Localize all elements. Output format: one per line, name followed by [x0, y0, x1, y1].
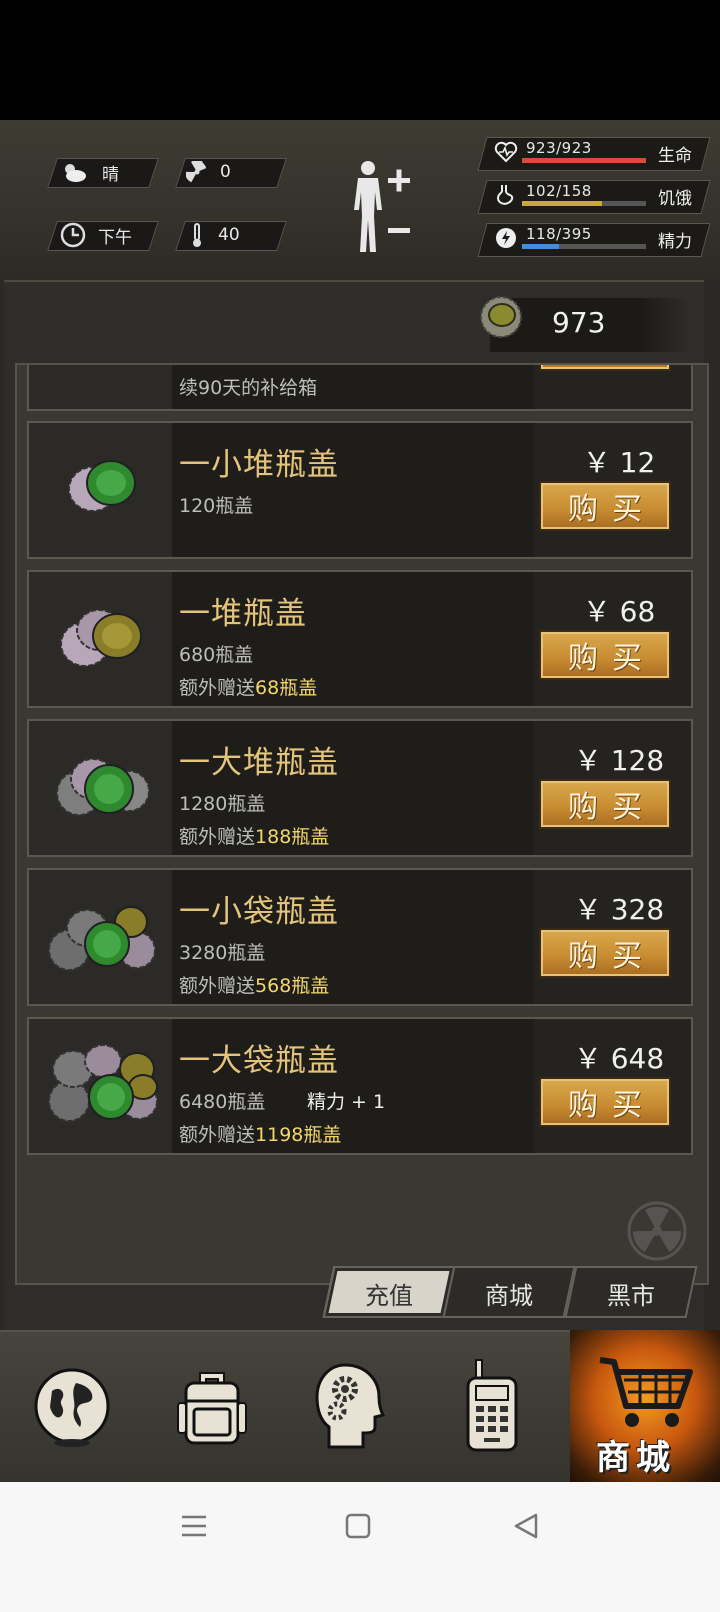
home-icon[interactable] [344, 1512, 372, 1544]
time-label: 下午 [98, 227, 132, 248]
energy-stat: 118/395 精力 [477, 223, 711, 257]
item-title: 一小堆瓶盖 [179, 447, 339, 483]
item-price: ￥ 328 [573, 893, 665, 926]
weather-label: 晴 [102, 164, 119, 185]
list-item: 一大堆瓶盖 1280瓶盖 额外赠送188瓶盖 ￥ 128 购买 [27, 719, 693, 857]
item-amount: 680瓶盖 [179, 644, 254, 666]
menu-icon[interactable] [180, 1512, 208, 1544]
nav-skills-button[interactable] [290, 1332, 410, 1484]
list-item: 一堆瓶盖 680瓶盖 额外赠送68瓶盖 ￥ 68 购买 [27, 570, 693, 708]
item-amount: 6480瓶盖 [179, 1091, 266, 1113]
time-status: 下午 [60, 221, 132, 249]
nav-shop-label: 商城 [596, 1438, 676, 1478]
nav-backpack-button[interactable] [152, 1332, 272, 1484]
back-icon[interactable] [512, 1512, 540, 1544]
item-amount: 120瓶盖 [179, 495, 254, 517]
buy-button[interactable]: 购买 [539, 481, 671, 531]
energy-label: 精力 [658, 232, 692, 252]
item-title: 一堆瓶盖 [179, 596, 307, 632]
health-bar [522, 158, 646, 163]
health-stat: 923/923 生命 [477, 137, 711, 171]
shop-cart-icon [596, 1352, 696, 1436]
temperature-status: 40 [190, 221, 240, 249]
list-item: 一大袋瓶盖 6480瓶盖 精力 + 1 额外赠送1198瓶盖 ￥ 648 购买 [27, 1017, 693, 1155]
buy-button[interactable]: 购买 [539, 779, 671, 829]
item-amount: 1280瓶盖 [179, 793, 266, 815]
radiation-watermark-icon [627, 1201, 687, 1265]
list-item: 续90天的补给箱 [27, 365, 693, 411]
health-value: 923/923 [526, 139, 592, 157]
bottle-cap-pile-icon [55, 749, 151, 833]
lightning-icon [494, 226, 518, 254]
tab-store-label: 商城 [485, 1282, 533, 1310]
globe-icon [32, 1363, 112, 1453]
cloud-sun-icon [60, 161, 88, 183]
bottle-cap-pile-icon [59, 600, 149, 682]
head-gears-icon [315, 1361, 386, 1455]
buy-button[interactable] [539, 365, 671, 371]
health-label: 生命 [658, 146, 692, 166]
list-item: 一小袋瓶盖 3280瓶盖 额外赠送568瓶盖 ￥ 328 购买 [27, 868, 693, 1006]
nav-radio-button[interactable] [432, 1332, 552, 1484]
energy-bar [522, 244, 560, 249]
bottle-cap-pile-icon [65, 453, 145, 527]
radiation-status: 0 [186, 158, 231, 186]
radiation-icon [186, 161, 208, 183]
weather-status: 晴 [60, 158, 119, 186]
clock-icon [60, 222, 86, 248]
buy-button[interactable]: 购买 [539, 928, 671, 978]
radiation-value: 0 [220, 162, 231, 182]
item-price: ￥ 68 [582, 595, 656, 628]
item-price: ￥ 12 [582, 446, 656, 479]
energy-value: 118/395 [526, 225, 592, 243]
buy-button[interactable]: 购买 [539, 630, 671, 680]
item-title: 一大袋瓶盖 [179, 1043, 339, 1079]
stomach-icon [494, 183, 518, 211]
hunger-bar [522, 201, 602, 206]
hunger-value: 102/158 [526, 182, 592, 200]
item-bonus: 额外赠送1198瓶盖 [179, 1124, 342, 1146]
list-item: 一小堆瓶盖 120瓶盖 ￥ 12 购买 [27, 421, 693, 559]
item-price: ￥ 648 [573, 1042, 665, 1075]
radio-icon [462, 1358, 522, 1458]
buy-button[interactable]: 购买 [539, 1077, 671, 1127]
shop-tabs: 充值 商城 黑市 [320, 1266, 710, 1322]
bottle-cap-large-bag-icon [47, 1039, 163, 1139]
item-extra-bonus: 精力 + 1 [307, 1091, 386, 1113]
shop-item-list[interactable]: 续90天的补给箱 一小堆瓶盖 120瓶盖 ￥ 12 购买 一堆瓶盖 680瓶盖 … [15, 363, 709, 1285]
nav-map-button[interactable] [12, 1332, 132, 1484]
bottle-cap-bag-icon [47, 900, 159, 984]
currency-value: 973 [552, 306, 606, 339]
heart-pulse-icon [494, 140, 518, 168]
item-amount: 3280瓶盖 [179, 942, 266, 964]
backpack-icon [174, 1363, 250, 1453]
item-price: ￥ 128 [573, 744, 665, 777]
item-bonus: 额外赠送68瓶盖 [179, 677, 318, 699]
bottle-cap-icon [478, 294, 524, 344]
tab-recharge-label: 充值 [365, 1282, 413, 1310]
character-body-button[interactable] [348, 158, 418, 262]
item-title-fragment: 续90天的补给箱 [179, 377, 318, 399]
hunger-label: 饥饿 [658, 189, 692, 209]
item-title: 一大堆瓶盖 [179, 745, 339, 781]
hunger-stat: 102/158 饥饿 [477, 180, 711, 214]
tab-black-market-label: 黑市 [607, 1282, 655, 1310]
system-nav-bar [0, 1482, 720, 1612]
item-title: 一小袋瓶盖 [179, 894, 339, 930]
item-bonus: 额外赠送188瓶盖 [179, 826, 330, 848]
top-blank [0, 0, 720, 120]
thermometer-icon [190, 222, 204, 248]
item-bonus: 额外赠送568瓶盖 [179, 975, 330, 997]
temperature-value: 40 [218, 225, 240, 245]
